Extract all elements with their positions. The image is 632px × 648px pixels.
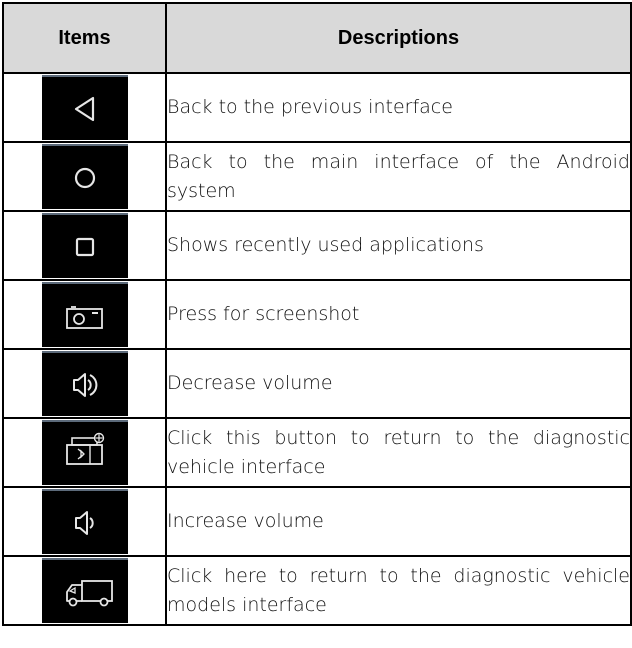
table-row: Increase volume — [2, 486, 632, 557]
description-cell: Back to the previous interface — [165, 72, 632, 143]
description-cell: Press for screenshot — [165, 279, 632, 350]
table-row: Shows recently used applications — [2, 210, 632, 281]
volume-increase-icon — [74, 511, 94, 535]
item-cell — [2, 417, 167, 488]
description-cell: Click here to return to the diagnostic v… — [165, 555, 632, 626]
item-cell — [2, 348, 167, 419]
vci-button[interactable] — [41, 420, 128, 485]
header-items: Items — [2, 2, 167, 74]
item-cell — [2, 141, 167, 212]
volume-decrease-button[interactable] — [41, 351, 128, 416]
item-cell — [2, 555, 167, 626]
description-cell: Shows recently used applications — [165, 210, 632, 281]
recent-apps-square-icon — [75, 237, 94, 257]
recent-apps-button[interactable] — [41, 213, 128, 278]
volume-increase-button[interactable] — [41, 489, 128, 554]
back-triangle-icon — [74, 96, 94, 122]
description-cell: Increase volume — [165, 486, 632, 557]
table-row: Click here to return to the diagnostic v… — [2, 555, 632, 626]
description-cell: Click this button to return to the diagn… — [165, 417, 632, 488]
table-row: Back to the previous interface — [2, 72, 632, 143]
table-row: Back to the main interface of the Androi… — [2, 141, 632, 212]
screenshot-button[interactable] — [41, 282, 128, 347]
item-cell — [2, 486, 167, 557]
item-cell — [2, 210, 167, 281]
item-cell — [2, 72, 167, 143]
home-circle-icon — [74, 167, 95, 189]
table-row: Press for screenshot — [2, 279, 632, 350]
table-row: Decrease volume — [2, 348, 632, 419]
description-cell: Back to the main interface of the Androi… — [165, 141, 632, 212]
header-row: Items Descriptions — [2, 2, 632, 74]
truck-icon — [65, 580, 113, 607]
home-button[interactable] — [41, 144, 128, 209]
vehicle-models-button[interactable] — [41, 558, 128, 623]
description-cell: Decrease volume — [165, 348, 632, 419]
volume-decrease-icon — [72, 373, 97, 397]
table-row: Click this button to return to the diagn… — [2, 417, 632, 488]
vci-bluetooth-icon — [65, 432, 104, 465]
header-descriptions: Descriptions — [165, 2, 632, 74]
item-cell — [2, 279, 167, 350]
camera-screenshot-icon — [65, 306, 103, 329]
items-descriptions-table: Items Descriptions Back to the previous … — [2, 2, 632, 626]
back-button[interactable] — [41, 75, 128, 140]
